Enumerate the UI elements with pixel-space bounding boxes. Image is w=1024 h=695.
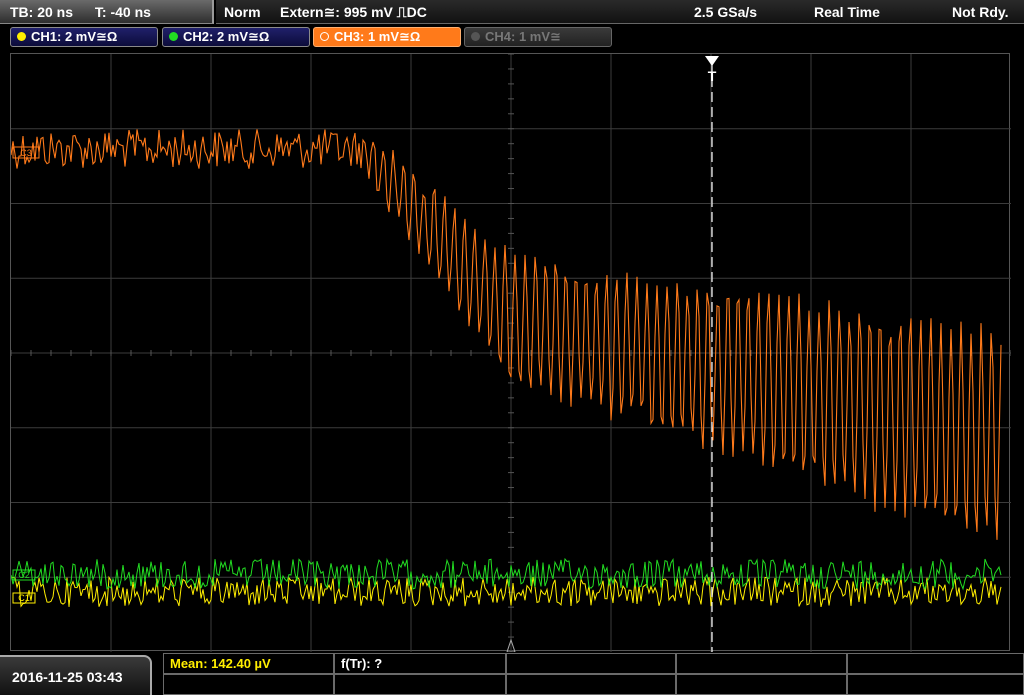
ch1-button[interactable]: CH1: 2 mV≅Ω: [10, 27, 158, 47]
datetime-box: 2016-11-25 03:43: [0, 655, 152, 695]
measurement-slot-9[interactable]: [676, 674, 847, 695]
ch4-color-dot-icon: [471, 32, 480, 41]
datetime-label: 2016-11-25 03:43: [12, 669, 123, 685]
channel-button-row: CH1: 2 mV≅Ω CH2: 2 mV≅Ω CH3: 1 mV≅Ω CH4:…: [0, 26, 1024, 48]
trigger-source-label: Extern≅: 995 mV ⎍DC: [280, 4, 427, 20]
trigger-position-arrow-icon[interactable]: [705, 56, 719, 66]
measurement-mean[interactable]: Mean: 142.40 µV: [163, 653, 334, 674]
ch4-label: CH4: 1 mV≅: [485, 29, 561, 44]
ch3-label: CH3: 1 mV≅Ω: [334, 29, 421, 44]
measurement-rise-frequency[interactable]: f(Tr): ?: [334, 653, 506, 674]
measurement-slot-6[interactable]: [163, 674, 334, 695]
ch1-color-dot-icon: [17, 32, 26, 41]
status-bar: TB: 20 ns T: -40 ns Norm Extern≅: 995 mV…: [0, 0, 1024, 24]
ch2-button[interactable]: CH2: 2 mV≅Ω: [162, 27, 310, 47]
sample-rate-label: 2.5 GSa/s: [694, 4, 758, 20]
svg-text:C3: C3: [20, 148, 32, 158]
measurement-slot-8[interactable]: [506, 674, 676, 695]
trigger-status-strip[interactable]: Norm Extern≅: 995 mV ⎍DC 2.5 GSa/s Real …: [216, 0, 1024, 24]
acquisition-state-label: Not Rdy.: [952, 4, 1009, 20]
timebase-label: TB: 20 ns: [10, 4, 74, 20]
waveform-canvas[interactable]: T C3 C2 C1: [11, 54, 1011, 652]
timebase-box[interactable]: TB: 20 ns T: -40 ns: [0, 0, 214, 24]
ch4-button[interactable]: CH4: 1 mV≅: [464, 27, 612, 47]
measurement-panel[interactable]: Mean: 142.40 µV f(Tr): ?: [163, 653, 1024, 695]
measurement-slot-7[interactable]: [334, 674, 506, 695]
measurement-slot-4[interactable]: [676, 653, 847, 674]
waveform-display[interactable]: T C3 C2 C1: [10, 53, 1011, 652]
trigger-marker-label: T: [708, 68, 717, 84]
ch3-color-dot-icon: [320, 32, 329, 41]
measurement-slot-10[interactable]: [847, 674, 1024, 695]
trigger-time-label: T: -40 ns: [94, 4, 151, 20]
ch2-color-dot-icon: [169, 32, 178, 41]
ch3-waveform: [11, 129, 1002, 540]
measurement-slot-5[interactable]: [847, 653, 1024, 674]
trigger-mode-label: Norm: [224, 4, 261, 20]
measurement-slot-3[interactable]: [506, 653, 676, 674]
svg-text:C2: C2: [18, 570, 30, 580]
ch1-waveform: [11, 575, 1002, 608]
ch3-button[interactable]: CH3: 1 mV≅Ω: [313, 27, 461, 47]
acquisition-mode-label: Real Time: [814, 4, 880, 20]
ch1-label: CH1: 2 mV≅Ω: [31, 29, 118, 44]
svg-text:C1: C1: [18, 593, 30, 603]
ch2-label: CH2: 2 mV≅Ω: [183, 29, 270, 44]
